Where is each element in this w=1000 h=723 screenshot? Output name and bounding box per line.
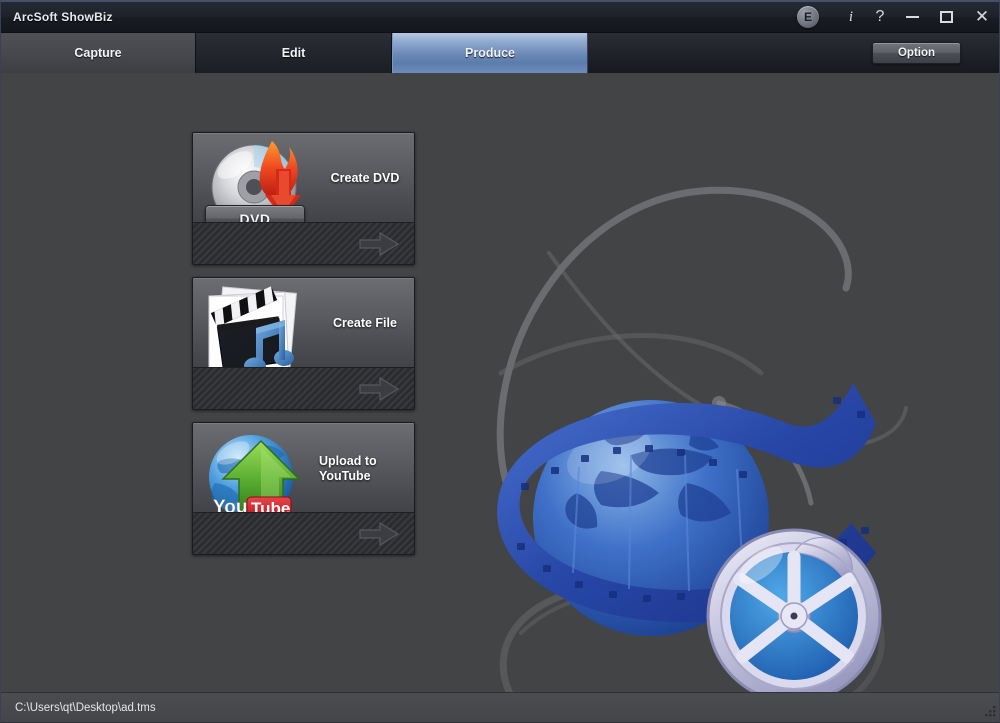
go-arrow-icon[interactable] <box>358 230 400 258</box>
create-dvd-card[interactable]: DVD Create DVD <box>192 132 415 265</box>
option-button[interactable]: Option <box>872 42 961 64</box>
produce-stage: DVD Create DVD Create File You Tube Uplo… <box>1 73 999 695</box>
create-file-label: Create File <box>333 316 397 330</box>
close-icon[interactable]: ✕ <box>963 2 999 33</box>
go-arrow-icon[interactable] <box>358 520 400 548</box>
project-path-text: C:\Users\qt\Desktop\ad.tms <box>15 701 156 714</box>
minimize-icon[interactable] <box>895 2 929 33</box>
statusbar: C:\Users\qt\Desktop\ad.tms <box>1 692 999 722</box>
upload-youtube-label: Upload to YouTube <box>319 453 377 483</box>
resize-grip-icon[interactable] <box>983 705 997 719</box>
help-icon[interactable]: ? <box>865 2 895 33</box>
maximize-icon[interactable] <box>929 2 963 33</box>
create-dvd-label: Create DVD <box>330 171 400 185</box>
tab-edit[interactable]: Edit <box>196 33 392 73</box>
tab-capture[interactable]: Capture <box>1 33 196 73</box>
titlebar: ArcSoft ShowBiz E i ? ✕ <box>1 2 999 33</box>
globe-filmstrip-reel-artwork <box>497 383 882 693</box>
go-arrow-icon[interactable] <box>358 375 400 403</box>
app-title: ArcSoft ShowBiz <box>13 10 113 24</box>
create-file-card[interactable]: Create File <box>192 277 415 410</box>
produce-card-list: DVD Create DVD Create File You Tube Uplo… <box>192 132 415 567</box>
edition-badge-icon[interactable]: E <box>797 6 819 28</box>
tab-produce[interactable]: Produce <box>392 33 588 73</box>
titlebar-controls: E i ? ✕ <box>797 2 999 33</box>
app-window: ArcSoft ShowBiz E i ? ✕ Capture Edit Pro… <box>0 0 1000 723</box>
upload-youtube-card[interactable]: You Tube Upload to YouTube <box>192 422 415 555</box>
tabbar-spacer: Option <box>588 33 999 73</box>
tabbar: Capture Edit Produce Option <box>1 33 999 73</box>
info-icon[interactable]: i <box>837 2 865 33</box>
